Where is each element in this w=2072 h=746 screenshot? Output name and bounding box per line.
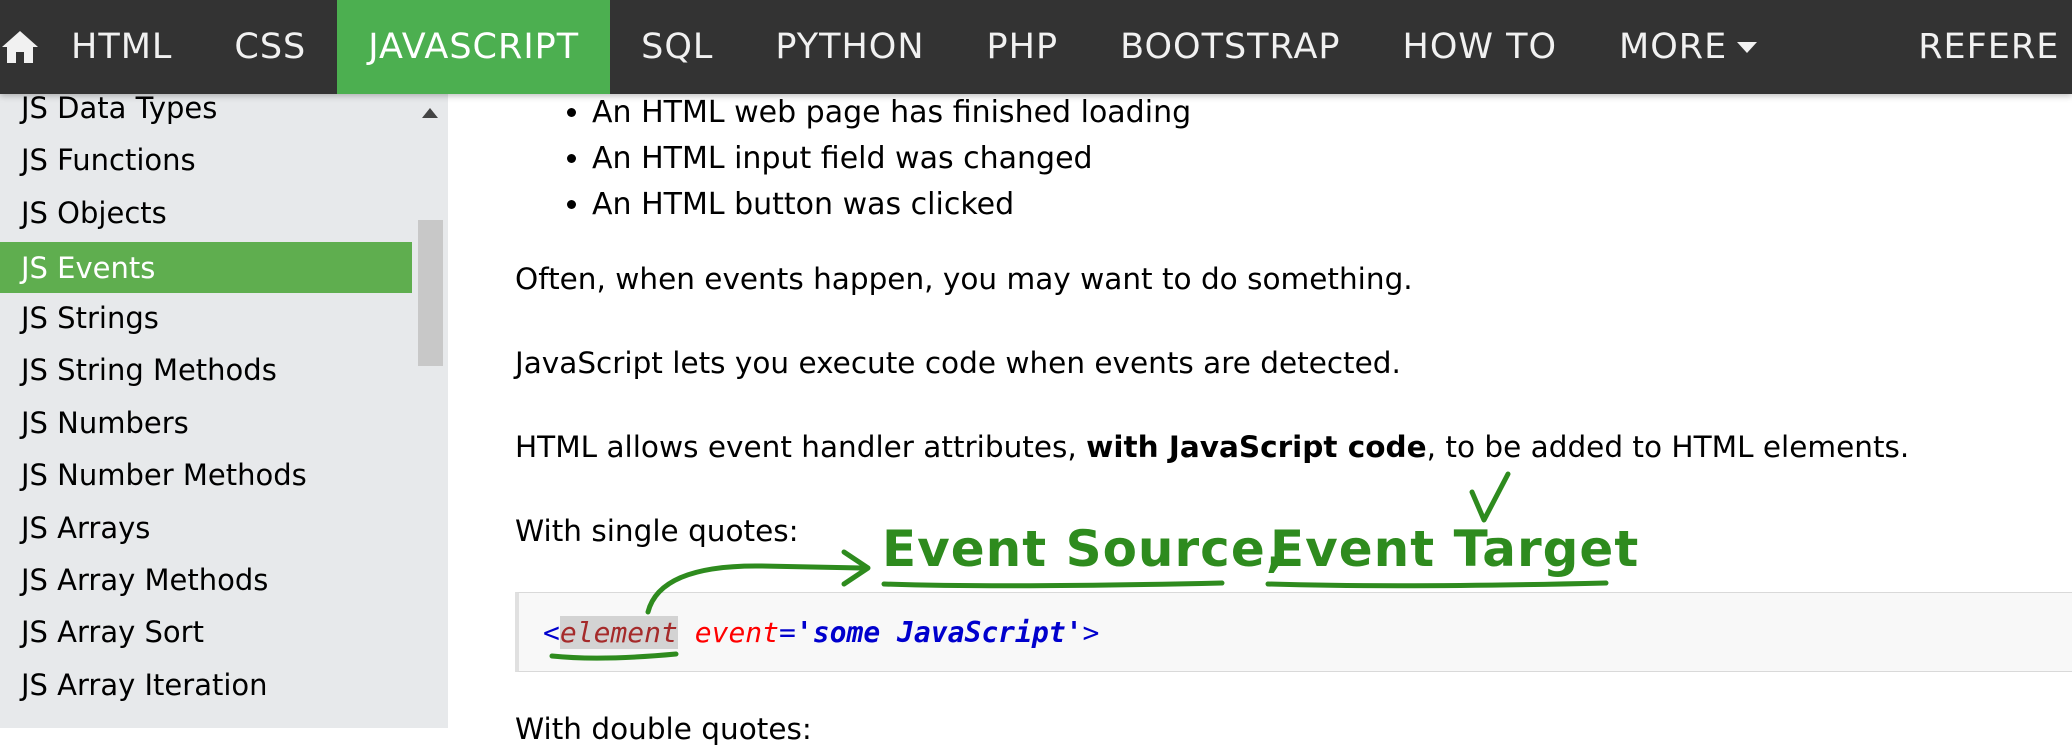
sidebar-item-strings[interactable]: JS Strings: [0, 292, 412, 343]
top-navigation: HTML CSS JAVASCRIPT SQL PYTHON PHP BOOTS…: [0, 0, 2072, 94]
sidebar-item-string-methods[interactable]: JS String Methods: [0, 344, 412, 395]
home-button[interactable]: [0, 0, 40, 94]
scroll-up-arrow-icon[interactable]: [422, 108, 438, 118]
sidebar-item-array-iteration[interactable]: JS Array Iteration: [0, 659, 412, 710]
caret-down-icon: [1737, 41, 1758, 53]
code-example: < element event ='some JavaScript' >: [515, 592, 2072, 672]
paragraph-html-allows: HTML allows event handler attributes, wi…: [515, 430, 1909, 464]
sidebar-scrollbar-thumb[interactable]: [418, 220, 443, 366]
nav-sql[interactable]: SQL: [610, 0, 744, 94]
code-attr-value: 'some JavaScript': [795, 615, 1083, 649]
nav-html[interactable]: HTML: [40, 0, 203, 94]
paragraph-text: HTML allows event handler attributes,: [515, 430, 1087, 464]
paragraph-double-quotes: With double quotes:: [515, 712, 812, 746]
nav-php[interactable]: PHP: [956, 0, 1090, 94]
nav-javascript[interactable]: JAVASCRIPT: [337, 0, 611, 94]
sidebar-item-array-sort[interactable]: JS Array Sort: [0, 606, 412, 657]
code-gt: >: [1082, 615, 1100, 649]
sidebar-item-arrays[interactable]: JS Arrays: [0, 502, 412, 553]
paragraph-single-quotes: With single quotes:: [515, 514, 799, 548]
paragraph-javascript-lets: JavaScript lets you execute code when ev…: [515, 346, 1401, 380]
sidebar-item-numbers[interactable]: JS Numbers: [0, 397, 412, 448]
nav-more-label: MORE: [1619, 27, 1728, 67]
event-examples-list: An HTML web page has finished loading An…: [562, 90, 1191, 228]
sidebar-item-number-methods[interactable]: JS Number Methods: [0, 449, 412, 500]
nav-more[interactable]: MORE: [1588, 0, 1788, 94]
code-tag-name: element: [559, 615, 678, 649]
nav-python[interactable]: PYTHON: [744, 0, 955, 94]
sidebar-item-objects[interactable]: JS Objects: [0, 187, 412, 238]
home-icon: [2, 31, 38, 63]
sidebar: JS Data Types JS Functions JS Objects JS…: [0, 94, 448, 728]
list-item: An HTML button was clicked: [592, 182, 1191, 228]
sidebar-item-functions[interactable]: JS Functions: [0, 134, 412, 185]
main-content: An HTML web page has finished loading An…: [448, 94, 2072, 746]
nav-css[interactable]: CSS: [203, 0, 337, 94]
sidebar-scrollbar[interactable]: [412, 94, 448, 728]
list-item: An HTML input field was changed: [592, 136, 1191, 182]
nav-how-to[interactable]: HOW TO: [1372, 0, 1589, 94]
annotation-event-source: Event Source,: [882, 520, 1286, 578]
sidebar-item-array-methods[interactable]: JS Array Methods: [0, 554, 412, 605]
list-item: An HTML web page has finished loading: [592, 90, 1191, 136]
nav-references[interactable]: REFERE: [1788, 0, 2072, 94]
bold-text: with JavaScript code: [1086, 430, 1427, 464]
code-lt: <: [543, 615, 560, 649]
paragraph-text: , to be added to HTML elements.: [1426, 430, 1910, 464]
code-eq: =: [779, 615, 796, 649]
sidebar-item-data-types[interactable]: JS Data Types: [0, 94, 412, 133]
nav-bootstrap[interactable]: BOOTSTRAP: [1089, 0, 1371, 94]
sidebar-item-events[interactable]: JS Events: [0, 242, 412, 293]
paragraph-often: Often, when events happen, you may want …: [515, 262, 1413, 296]
code-attr-name: event: [694, 615, 780, 649]
annotation-event-target: Event Target: [1270, 520, 1640, 578]
